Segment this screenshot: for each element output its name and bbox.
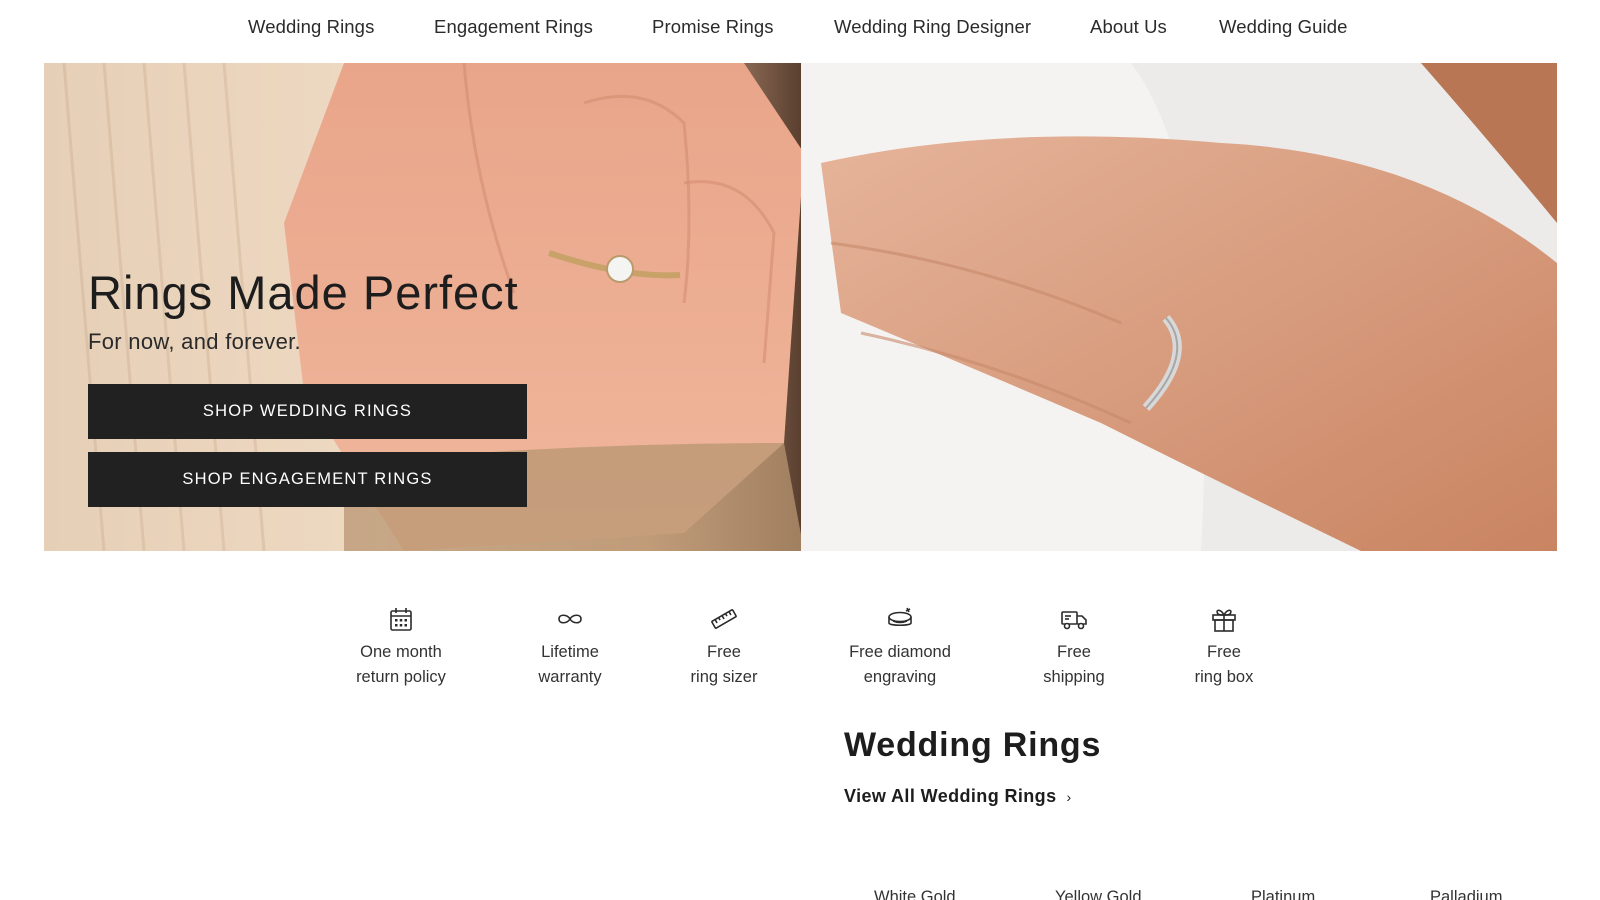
wedding-rings-heading: Wedding Rings xyxy=(844,726,1102,764)
perk-label: Free shipping xyxy=(1043,643,1105,686)
metal-option-platinum[interactable]: Platinum xyxy=(1251,888,1315,900)
view-all-label: View All Wedding Rings xyxy=(844,786,1057,806)
chevron-right-icon: › xyxy=(1066,788,1072,805)
perk-label: One month return policy xyxy=(356,643,446,686)
perk-diamond-engraving: Free diamond engraving xyxy=(820,604,980,690)
ring-engraving-icon xyxy=(885,604,915,634)
perk-label: Free ring box xyxy=(1194,643,1254,686)
hero-subtitle: For now, and forever. xyxy=(88,329,301,354)
hero-title: Rings Made Perfect xyxy=(88,266,519,319)
perk-return-policy: One month return policy xyxy=(321,604,481,690)
nav-wedding-rings[interactable]: Wedding Rings xyxy=(248,16,374,38)
hero-image-wedding-band xyxy=(801,63,1557,551)
perk-lifetime-warranty: Lifetime warranty xyxy=(490,604,650,690)
nav-about-us[interactable]: About Us xyxy=(1090,16,1167,38)
perk-label: Free diamond engraving xyxy=(849,643,951,686)
truck-icon xyxy=(1059,604,1089,634)
perk-label: Free ring sizer xyxy=(690,643,758,686)
perk-ring-sizer: Free ring sizer xyxy=(644,604,804,690)
perk-label: Lifetime warranty xyxy=(538,643,602,686)
calendar-icon xyxy=(386,604,416,634)
ruler-icon xyxy=(709,604,739,634)
gift-icon xyxy=(1209,604,1239,634)
metal-option-white-gold[interactable]: White Gold xyxy=(874,888,956,900)
metal-option-yellow-gold[interactable]: Yellow Gold xyxy=(1055,888,1142,900)
metal-option-palladium[interactable]: Palladium xyxy=(1430,888,1502,900)
infinity-icon xyxy=(555,604,585,634)
perk-ring-box: Free ring box xyxy=(1144,604,1304,690)
nav-promise-rings[interactable]: Promise Rings xyxy=(652,16,774,38)
shop-engagement-rings-button[interactable]: SHOP ENGAGEMENT RINGS xyxy=(88,452,527,507)
hero-banner: Rings Made Perfect For now, and forever.… xyxy=(44,63,1557,551)
nav-engagement-rings[interactable]: Engagement Rings xyxy=(434,16,593,38)
nav-wedding-ring-designer[interactable]: Wedding Ring Designer xyxy=(834,16,1031,38)
nav-wedding-guide[interactable]: Wedding Guide xyxy=(1219,16,1348,38)
shop-wedding-rings-button[interactable]: SHOP WEDDING RINGS xyxy=(88,384,527,439)
main-navigation: Wedding Rings Engagement Rings Promise R… xyxy=(0,0,1600,56)
view-all-wedding-rings-link[interactable]: View All Wedding Rings › xyxy=(844,786,1072,807)
perk-free-shipping: Free shipping xyxy=(994,604,1154,690)
